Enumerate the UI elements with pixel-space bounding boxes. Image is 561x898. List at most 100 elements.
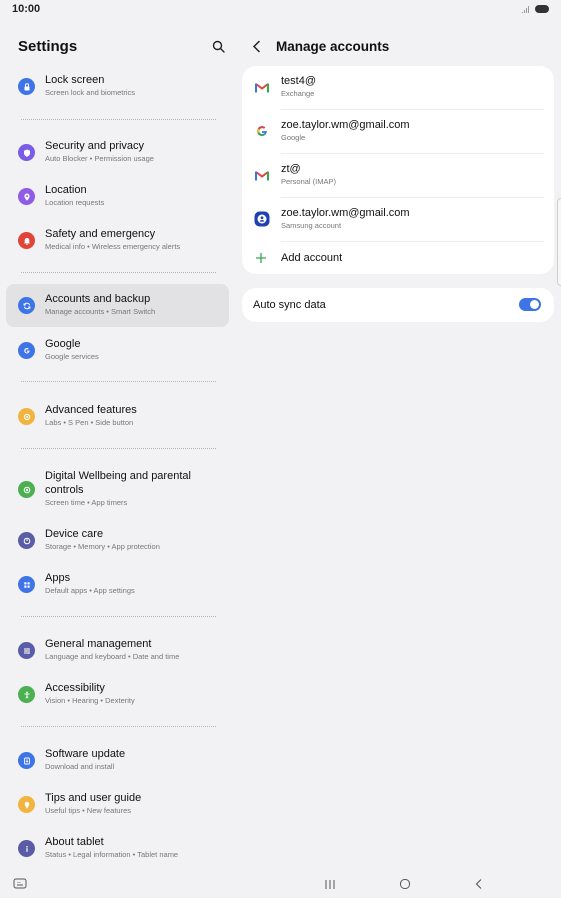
auto-sync-card[interactable]: Auto sync data xyxy=(242,288,554,322)
back-nav-button[interactable] xyxy=(470,876,488,892)
account-name: zoe.taylor.wm@gmail.com xyxy=(281,207,410,219)
home-button[interactable] xyxy=(396,876,414,892)
back-button[interactable] xyxy=(252,38,264,54)
auto-sync-toggle[interactable] xyxy=(519,298,541,311)
info-icon xyxy=(18,840,35,857)
menu-subtitle: Download and install xyxy=(45,762,115,771)
apps-grid-icon xyxy=(18,576,35,593)
status-time: 10:00 xyxy=(12,3,41,15)
keyboard-icon xyxy=(13,878,27,889)
gmail-icon xyxy=(254,167,270,183)
home-icon xyxy=(400,879,410,889)
account-name: zoe.taylor.wm@gmail.com xyxy=(281,119,410,131)
location-pin-icon xyxy=(18,188,35,205)
menu-subtitle: Screen lock and biometrics xyxy=(45,88,136,97)
settings-item-general-management[interactable]: General management Language and keyboard… xyxy=(6,634,229,668)
settings-item-software-update[interactable]: Software update Download and install xyxy=(6,744,229,778)
search-button[interactable] xyxy=(209,37,227,55)
settings-item-digital-wellbeing[interactable]: Digital Wellbeing and parental controls … xyxy=(6,466,229,514)
accessibility-icon xyxy=(18,686,35,703)
shield-icon xyxy=(18,144,35,161)
settings-item-security-privacy[interactable]: Security and privacy Auto Blocker • Perm… xyxy=(6,136,229,170)
settings-item-advanced-features[interactable]: Advanced features Labs • S Pen • Side bu… xyxy=(6,400,229,434)
menu-title: Security and privacy xyxy=(45,140,145,152)
menu-title: Apps xyxy=(45,572,71,584)
settings-item-safety-emergency[interactable]: Safety and emergency Medical info • Wire… xyxy=(6,224,229,258)
divider xyxy=(21,616,216,617)
menu-title: About tablet xyxy=(45,836,104,848)
back-icon xyxy=(475,879,482,889)
wellbeing-icon xyxy=(18,481,35,498)
manage-accounts-header: Manage accounts xyxy=(252,36,389,56)
account-row[interactable]: zoe.taylor.wm@gmail.com Samsung account xyxy=(242,198,554,241)
gmail-icon xyxy=(254,79,270,95)
menu-title: Software update xyxy=(45,748,126,760)
account-name: test4@ xyxy=(281,75,317,87)
menu-subtitle: Medical info • Wireless emergency alerts xyxy=(45,242,181,251)
menu-title: Safety and emergency xyxy=(45,228,156,240)
menu-subtitle: Status • Legal information • Tablet name xyxy=(45,850,179,859)
account-row[interactable]: test4@ Exchange xyxy=(242,66,554,109)
google-g-icon xyxy=(18,342,35,359)
menu-title: Digital Wellbeing and parental controls xyxy=(45,470,191,496)
menu-subtitle: Default apps • App settings xyxy=(45,586,135,595)
settings-item-google[interactable]: Google Google services xyxy=(6,334,229,368)
settings-item-accessibility[interactable]: Accessibility Vision • Hearing • Dexteri… xyxy=(6,678,229,712)
account-type: Personal (IMAP) xyxy=(281,177,337,186)
menu-subtitle: Manage accounts • Smart Switch xyxy=(45,307,156,316)
page-title: Manage accounts xyxy=(276,38,390,54)
menu-title: Tips and user guide xyxy=(45,792,142,804)
google-g-icon xyxy=(254,123,270,139)
gear-plus-icon xyxy=(18,408,35,425)
account-type: Google xyxy=(281,133,306,142)
sync-icon xyxy=(18,297,35,314)
divider xyxy=(21,272,216,273)
menu-title: Advanced features xyxy=(45,404,137,416)
settings-item-device-care[interactable]: Device care Storage • Memory • App prote… xyxy=(6,524,229,558)
plus-icon xyxy=(256,253,266,263)
search-icon xyxy=(212,40,225,53)
settings-item-about-tablet[interactable]: About tablet Status • Legal information … xyxy=(6,832,229,866)
menu-title: General management xyxy=(45,638,152,650)
account-name: zt@ xyxy=(281,163,301,175)
menu-subtitle: Location requests xyxy=(45,198,105,207)
sliders-icon xyxy=(18,642,35,659)
divider xyxy=(21,726,216,727)
toggle-knob xyxy=(530,300,539,309)
menu-title: Lock screen xyxy=(45,74,105,86)
menu-title: Accessibility xyxy=(45,682,105,694)
device-care-icon xyxy=(18,532,35,549)
account-row[interactable]: zoe.taylor.wm@gmail.com Google xyxy=(242,110,554,153)
menu-title: Accounts and backup xyxy=(45,293,151,305)
add-account-button[interactable]: Add account xyxy=(242,242,554,276)
menu-subtitle: Language and keyboard • Date and time xyxy=(45,652,180,661)
settings-pane: Settings Lock screen Screen lock and bio… xyxy=(0,18,235,870)
settings-item-tips[interactable]: Tips and user guide Useful tips • New fe… xyxy=(6,788,229,822)
settings-item-lock-screen[interactable]: Lock screen Screen lock and biometrics xyxy=(6,70,229,104)
edge-panel-handle[interactable] xyxy=(557,198,561,286)
accounts-card: test4@ Exchange zoe.taylor.wm@gmail.com … xyxy=(242,66,554,274)
menu-subtitle: Vision • Hearing • Dexterity xyxy=(45,696,135,705)
recent-apps-button[interactable] xyxy=(321,876,339,892)
lock-icon xyxy=(18,78,35,95)
settings-item-location[interactable]: Location Location requests xyxy=(6,180,229,214)
status-bar: 10:00 xyxy=(0,0,561,18)
account-type: Samsung account xyxy=(281,221,342,230)
software-update-icon xyxy=(18,752,35,769)
divider xyxy=(21,381,216,382)
menu-title: Google xyxy=(45,338,81,350)
battery-icon xyxy=(535,5,549,13)
menu-subtitle: Screen time • App timers xyxy=(45,498,128,507)
samsung-account-icon xyxy=(254,211,270,227)
menu-subtitle: Storage • Memory • App protection xyxy=(45,542,160,551)
auto-sync-label: Auto sync data xyxy=(253,299,326,311)
add-account-label: Add account xyxy=(281,252,343,264)
keyboard-button[interactable] xyxy=(11,876,29,892)
lightbulb-icon xyxy=(18,796,35,813)
navigation-bar xyxy=(0,870,561,898)
settings-item-apps[interactable]: Apps Default apps • App settings xyxy=(6,568,229,602)
settings-item-accounts-backup[interactable]: Accounts and backup Manage accounts • Sm… xyxy=(6,284,229,327)
menu-subtitle: Labs • S Pen • Side button xyxy=(45,418,134,427)
account-row[interactable]: zt@ Personal (IMAP) xyxy=(242,154,554,197)
menu-subtitle: Google services xyxy=(45,352,99,361)
